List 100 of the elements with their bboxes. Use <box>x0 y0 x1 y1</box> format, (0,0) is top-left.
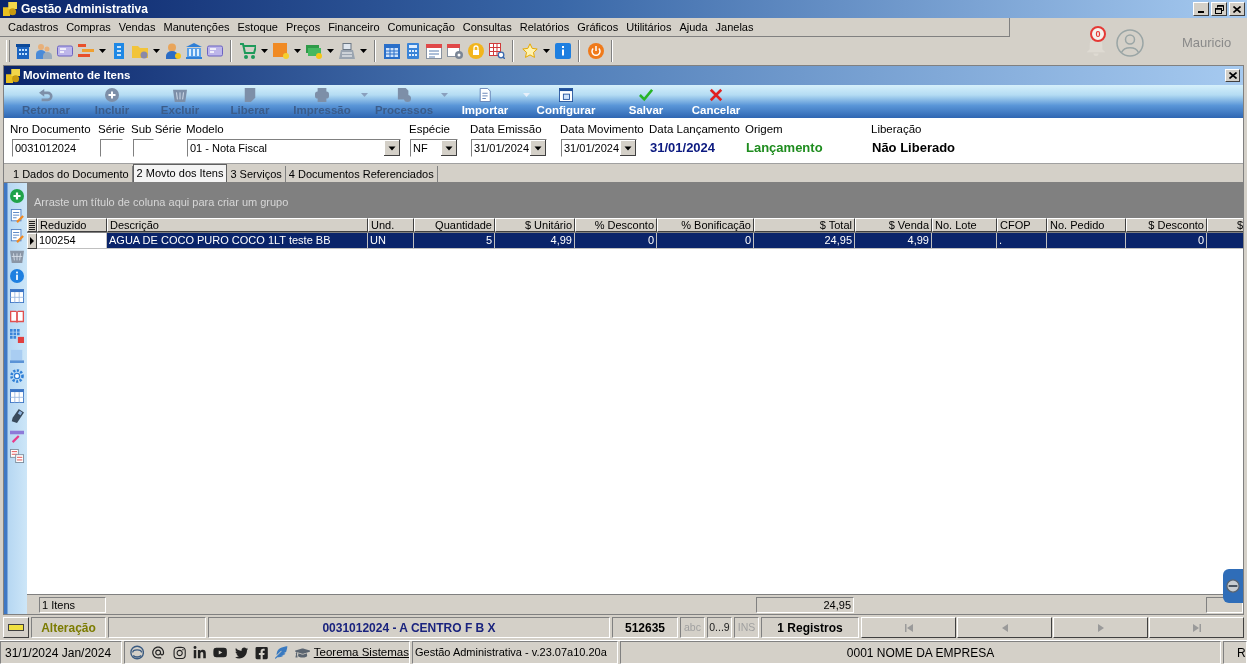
menu-item[interactable]: Gráficos <box>573 18 623 36</box>
menu-item[interactable]: Comunicação <box>383 18 459 36</box>
documents-icon[interactable] <box>9 449 24 463</box>
column-header[interactable]: $ Venda <box>855 218 932 232</box>
tab[interactable]: 2 Movto dos Itens <box>132 164 228 182</box>
tab[interactable]: 3 Serviços <box>227 166 286 182</box>
next-record-button[interactable] <box>1053 617 1148 638</box>
calendar-gear-icon[interactable] <box>446 42 463 59</box>
column-header[interactable]: Quantidade <box>414 218 495 232</box>
menu-item[interactable]: Janelas <box>711 18 758 36</box>
tag-icon[interactable] <box>8 624 24 631</box>
column-header[interactable]: % Bonificação <box>657 218 754 232</box>
menu-item[interactable]: Estoque <box>233 18 282 36</box>
dropdown-field[interactable]: 31/01/2024 <box>471 139 547 157</box>
column-header[interactable]: $ <box>1207 218 1243 232</box>
side-panel-button[interactable] <box>1223 569 1243 603</box>
column-header[interactable]: Reduzido <box>37 218 107 232</box>
column-header[interactable]: Descrição <box>107 218 368 232</box>
swirl-icon[interactable] <box>130 645 145 660</box>
menu-item[interactable]: Utilitários <box>622 18 676 36</box>
caret-icon[interactable] <box>359 48 367 53</box>
edit-icon[interactable] <box>9 209 24 223</box>
building-icon[interactable] <box>14 42 31 59</box>
calendar-icon[interactable] <box>425 42 442 59</box>
last-record-button[interactable] <box>1149 617 1244 638</box>
menu-item[interactable]: Preços <box>281 18 325 36</box>
input-field[interactable]: 0031012024 <box>12 139 80 157</box>
gear-icon[interactable] <box>9 369 24 383</box>
close-icon[interactable] <box>1233 5 1241 13</box>
table-search-icon[interactable] <box>488 42 505 59</box>
window-icon[interactable] <box>559 88 573 102</box>
youtube-icon[interactable] <box>213 645 228 660</box>
column-header[interactable]: No. Lote <box>932 218 997 232</box>
menu-item[interactable]: Compras <box>62 18 115 36</box>
dropdown-arrow-icon[interactable] <box>620 140 636 156</box>
column-header[interactable]: $ Desconto <box>1126 218 1207 232</box>
columns-icon[interactable] <box>29 220 35 230</box>
menu-item[interactable]: Manutenções <box>159 18 234 36</box>
info-icon[interactable] <box>554 42 571 59</box>
x-icon[interactable] <box>709 88 723 102</box>
bank-icon[interactable] <box>185 42 202 59</box>
facebook-icon[interactable] <box>254 645 269 660</box>
first-record-button[interactable] <box>861 617 956 638</box>
dropdown-field[interactable]: 31/01/2024 <box>561 139 637 157</box>
card-icon[interactable] <box>206 42 223 59</box>
column-header[interactable]: % Desconto <box>575 218 657 232</box>
linkedin-icon[interactable] <box>192 645 207 660</box>
column-header[interactable]: No. Pedido <box>1047 218 1126 232</box>
caret-icon[interactable] <box>98 48 106 53</box>
dropdown-arrow-icon[interactable] <box>530 140 546 156</box>
calendar-grid-icon[interactable] <box>383 42 400 59</box>
dropdown-arrow-icon[interactable] <box>441 140 457 156</box>
menu-item[interactable]: Vendas <box>114 18 160 36</box>
star-icon[interactable] <box>521 42 538 59</box>
caret-icon[interactable] <box>152 48 160 53</box>
dropdown-field[interactable]: NF <box>410 139 458 157</box>
card-icon[interactable] <box>56 42 73 59</box>
toolbar-button[interactable]: Configurar <box>531 85 601 118</box>
menu-item[interactable]: Consultas <box>458 18 516 36</box>
toolbar-button[interactable]: Salvar <box>601 85 691 118</box>
scanner-icon[interactable] <box>9 409 24 423</box>
menu-item[interactable]: Cadastros <box>4 18 63 36</box>
previous-record-button[interactable] <box>957 617 1052 638</box>
caret-icon[interactable] <box>326 48 334 53</box>
column-header[interactable]: Und. <box>368 218 414 232</box>
column-header[interactable]: CFOP <box>997 218 1047 232</box>
info-icon[interactable] <box>9 269 24 283</box>
book-icon[interactable] <box>9 309 24 323</box>
pen-icon[interactable] <box>9 429 24 443</box>
feather-icon[interactable] <box>275 646 288 659</box>
caret-icon[interactable] <box>542 48 550 53</box>
document-icon[interactable] <box>478 88 492 102</box>
grid-icon[interactable] <box>9 329 24 343</box>
power-icon[interactable] <box>587 42 604 59</box>
minimize-button[interactable] <box>1193 2 1209 16</box>
row-pointer-icon[interactable] <box>30 237 34 245</box>
toolbar-button[interactable]: Importar <box>449 85 521 118</box>
instagram-icon[interactable] <box>172 645 186 660</box>
status-button[interactable] <box>3 617 29 638</box>
caret-icon[interactable] <box>260 48 268 53</box>
edit-icon[interactable] <box>9 229 24 243</box>
table-icon[interactable] <box>9 389 24 403</box>
menu-item[interactable]: Relatórios <box>515 18 574 36</box>
menu-item[interactable]: Financeiro <box>324 18 384 36</box>
dropdown-arrow-icon[interactable] <box>384 140 400 156</box>
tab[interactable]: 1 Dados do Documento <box>10 166 133 182</box>
column-header[interactable]: $ Total <box>754 218 855 232</box>
check-icon[interactable] <box>639 88 653 102</box>
basket-icon[interactable] <box>9 249 24 263</box>
column-header[interactable]: $ Unitário <box>495 218 575 232</box>
minus-circle-icon[interactable] <box>1226 579 1240 593</box>
panel-icon[interactable] <box>9 349 24 363</box>
cash-register-icon[interactable] <box>338 42 355 59</box>
caret-icon[interactable] <box>293 48 301 53</box>
table-icon[interactable] <box>9 289 24 303</box>
dropdown-field[interactable]: 01 - Nota Fiscal <box>187 139 401 157</box>
tab[interactable]: 4 Documentos Referenciados <box>285 166 438 182</box>
twitter-icon[interactable] <box>234 645 248 660</box>
close-button[interactable] <box>1229 2 1245 16</box>
at-sign-icon[interactable] <box>151 645 166 660</box>
